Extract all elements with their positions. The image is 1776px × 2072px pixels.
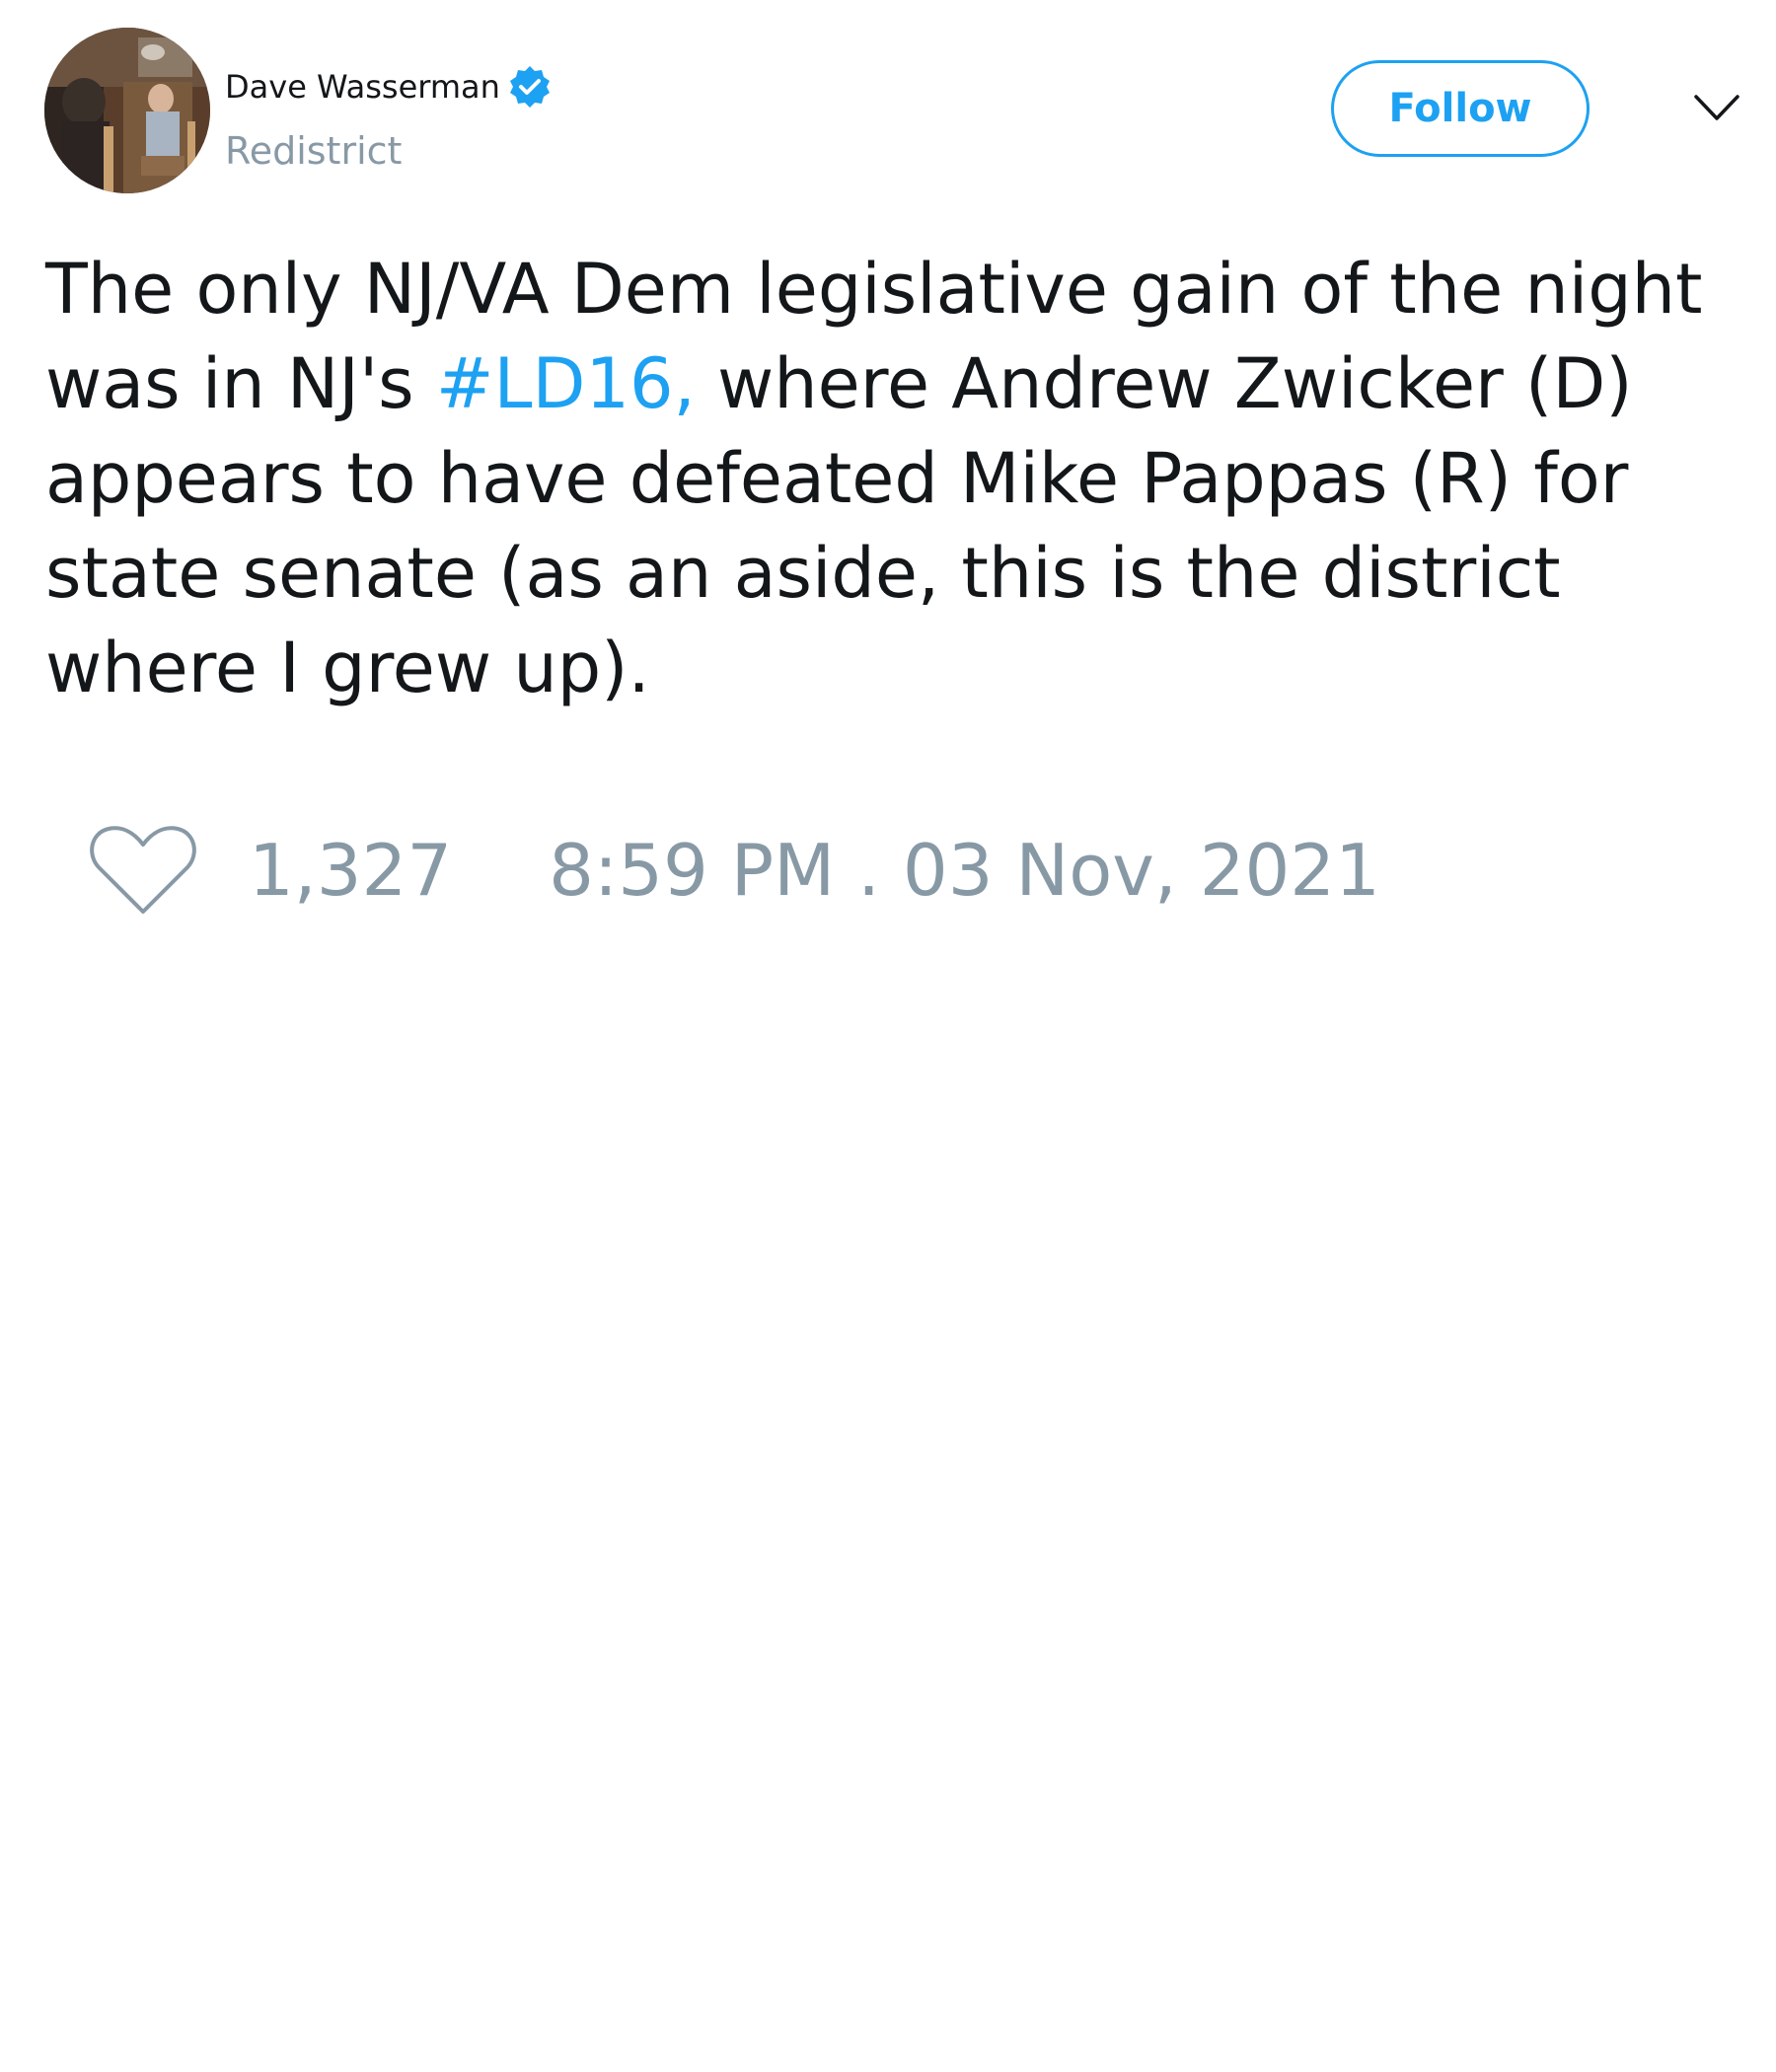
avatar[interactable] (44, 28, 210, 193)
verified-badge-icon (509, 66, 550, 108)
author-handle[interactable]: Redistrict (225, 128, 402, 174)
author-display-name[interactable]: Dave Wasserman (225, 67, 500, 107)
author-name-row[interactable]: Dave Wasserman (225, 63, 554, 111)
tweet-card: Dave Wasserman Redistrict Follow The onl… (0, 0, 1776, 2072)
chevron-down-icon[interactable] (1692, 91, 1741, 126)
tweet-text: The only NJ/VA Dem legislative gain of t… (45, 242, 1723, 715)
tweet-timestamp[interactable]: 8:59 PM . 03 Nov, 2021 (549, 829, 1380, 912)
like-count: 1,327 (249, 829, 453, 912)
heart-icon[interactable] (89, 823, 197, 918)
tweet-footer: 1,327 8:59 PM . 03 Nov, 2021 (89, 821, 1380, 920)
avatar-photo (44, 28, 210, 193)
hashtag-link[interactable]: #LD16, (436, 343, 696, 424)
follow-button[interactable]: Follow (1331, 60, 1590, 157)
